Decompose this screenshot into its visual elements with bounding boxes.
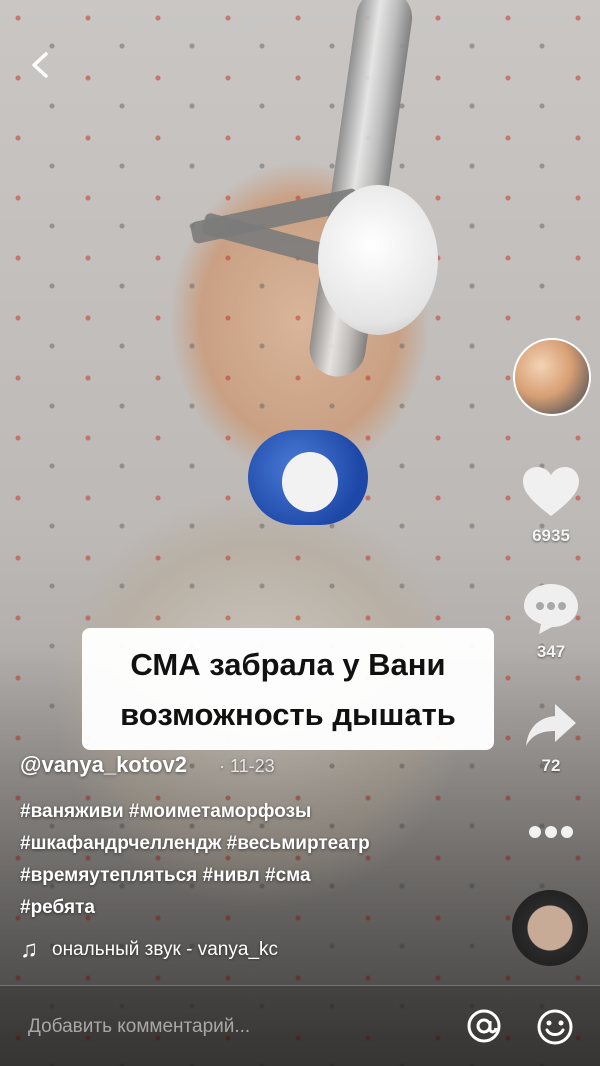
breathing-mask (318, 185, 438, 335)
post-date: · 11-23 (219, 756, 275, 776)
back-icon[interactable] (24, 48, 58, 82)
video-frame[interactable]: СМА забрала у Вани возможность дышать 69… (0, 0, 600, 1066)
pacifier-bear (282, 452, 338, 512)
hashtag-line[interactable]: #ребята (20, 892, 460, 924)
sound-disc[interactable] (512, 890, 588, 966)
like-button[interactable]: 6935 (511, 464, 591, 546)
share-count: 72 (541, 756, 561, 775)
more-icon (529, 826, 573, 838)
more-button[interactable] (511, 822, 591, 842)
speech-bubble-icon (524, 584, 578, 634)
sound-title: ональный звук - vanya_kc (52, 939, 279, 960)
comment-count: 347 (536, 642, 566, 661)
hashtag-line[interactable]: #времяутепляться #нивл #сма (20, 860, 460, 892)
emoji-icon[interactable] (536, 1008, 574, 1046)
like-count: 6935 (532, 526, 570, 545)
share-button[interactable]: 72 (511, 700, 591, 776)
comment-button[interactable]: 347 (511, 580, 591, 662)
heart-icon (523, 467, 579, 516)
hashtag-list: #ваняживи #моиметаморфозы #шкафандрчелле… (20, 796, 460, 924)
comment-bar: Добавить комментарий... (0, 985, 600, 1066)
music-note-icon: ♫ (20, 936, 38, 963)
caption-line: СМА забрала у Вани (130, 647, 446, 682)
at-sign-icon[interactable] (466, 1008, 502, 1044)
author-username[interactable]: @vanya_kotov2 (20, 752, 187, 778)
video-caption: СМА забрала у Вани возможность дышать (82, 628, 494, 750)
sound-link[interactable]: ♫ ональный звук - vanya_kc (20, 936, 352, 964)
hashtag-line[interactable]: #шкафандрчеллендж #весьмиртеатр (20, 828, 460, 860)
share-icon (526, 704, 576, 746)
author-avatar[interactable] (513, 338, 591, 416)
hashtag-line[interactable]: #ваняживи #моиметаморфозы (20, 796, 460, 828)
caption-line: возможность дышать (120, 697, 456, 732)
comment-input[interactable]: Добавить комментарий... (28, 1016, 250, 1038)
